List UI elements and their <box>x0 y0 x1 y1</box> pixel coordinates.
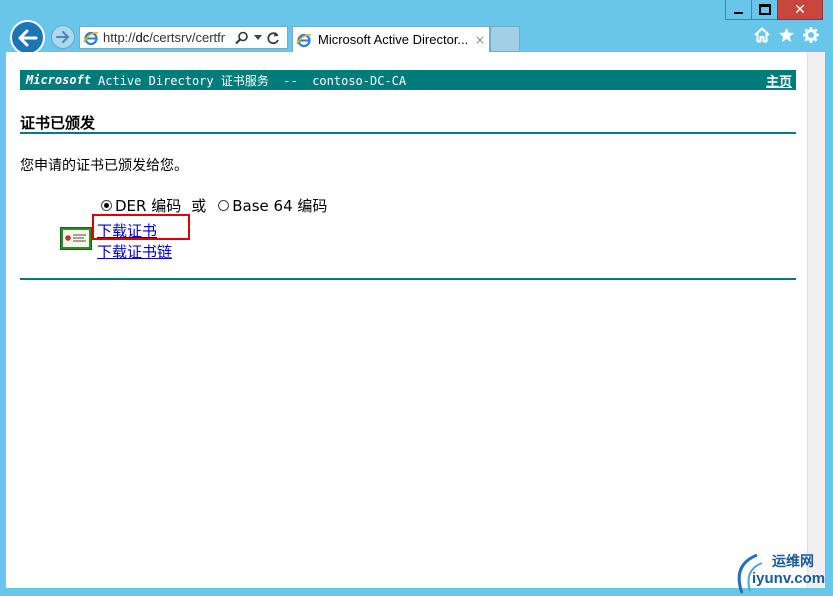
divider <box>20 132 796 134</box>
forward-arrow-icon <box>56 31 69 43</box>
maximize-icon <box>758 4 771 15</box>
close-icon: ✕ <box>794 1 806 18</box>
page-title: 证书已颁发 <box>20 114 96 132</box>
annotation-highlight-box <box>92 214 190 240</box>
url-text[interactable]: http://dc/certsrv/certfr <box>103 30 231 45</box>
window-caption-buttons: ✕ <box>725 0 823 20</box>
favorites-star-icon[interactable] <box>778 27 795 43</box>
back-button[interactable] <box>10 20 45 55</box>
toolbar-icons <box>754 27 819 43</box>
tab-close-icon[interactable]: × <box>475 33 485 47</box>
watermark-en: iyunv.com <box>752 570 826 587</box>
search-icon[interactable] <box>235 31 249 45</box>
minimize-icon <box>734 11 743 14</box>
radio-selected-dot <box>104 203 109 208</box>
page-viewport: Microsoft Active Directory 证书服务 -- conto… <box>6 52 807 588</box>
home-link[interactable]: 主页 <box>766 71 792 90</box>
certsrv-banner: Microsoft Active Directory 证书服务 -- conto… <box>20 70 796 90</box>
url-host: dc <box>135 30 150 45</box>
minimize-button[interactable] <box>725 0 752 20</box>
tab-active[interactable]: Microsoft Active Director... × <box>292 26 490 52</box>
certificate-icon <box>60 227 92 250</box>
tab-title: Microsoft Active Director... <box>318 32 469 47</box>
close-button[interactable]: ✕ <box>777 0 823 20</box>
gear-icon[interactable] <box>803 27 819 43</box>
divider-bottom <box>20 278 796 280</box>
new-tab-button[interactable] <box>490 26 520 52</box>
dropdown-arrow-icon[interactable] <box>254 34 262 41</box>
radio-der[interactable] <box>101 200 112 211</box>
address-bar[interactable]: http://dc/certsrv/certfr <box>79 26 288 49</box>
ie-page-icon <box>83 31 99 45</box>
microsoft-logo-text: Microsoft <box>26 73 92 87</box>
radio-base64[interactable] <box>218 200 230 211</box>
refresh-icon[interactable] <box>267 31 280 45</box>
encoding-options: DER 编码 或 Base 64 编码 <box>101 195 327 216</box>
url-scheme: http:// <box>103 30 136 45</box>
maximize-button[interactable] <box>751 0 778 20</box>
watermark-cn: 运维网 <box>772 554 814 570</box>
home-icon[interactable] <box>754 27 770 43</box>
url-path: /certsrv/certfr <box>149 30 226 45</box>
der-label[interactable]: DER 编码 <box>115 195 181 216</box>
service-title: Active Directory 证书服务 -- contoso-DC-CA <box>98 73 407 88</box>
forward-button[interactable] <box>51 25 75 49</box>
vertical-scrollbar[interactable] <box>807 52 825 588</box>
or-text: 或 <box>191 197 207 215</box>
base64-label[interactable]: Base 64 编码 <box>232 195 327 216</box>
issued-message: 您申请的证书已颁发给您。 <box>20 158 188 174</box>
ie-tab-icon <box>296 33 312 47</box>
back-arrow-icon <box>18 29 37 46</box>
download-certificate-chain-link[interactable]: 下载证书链 <box>97 241 172 262</box>
